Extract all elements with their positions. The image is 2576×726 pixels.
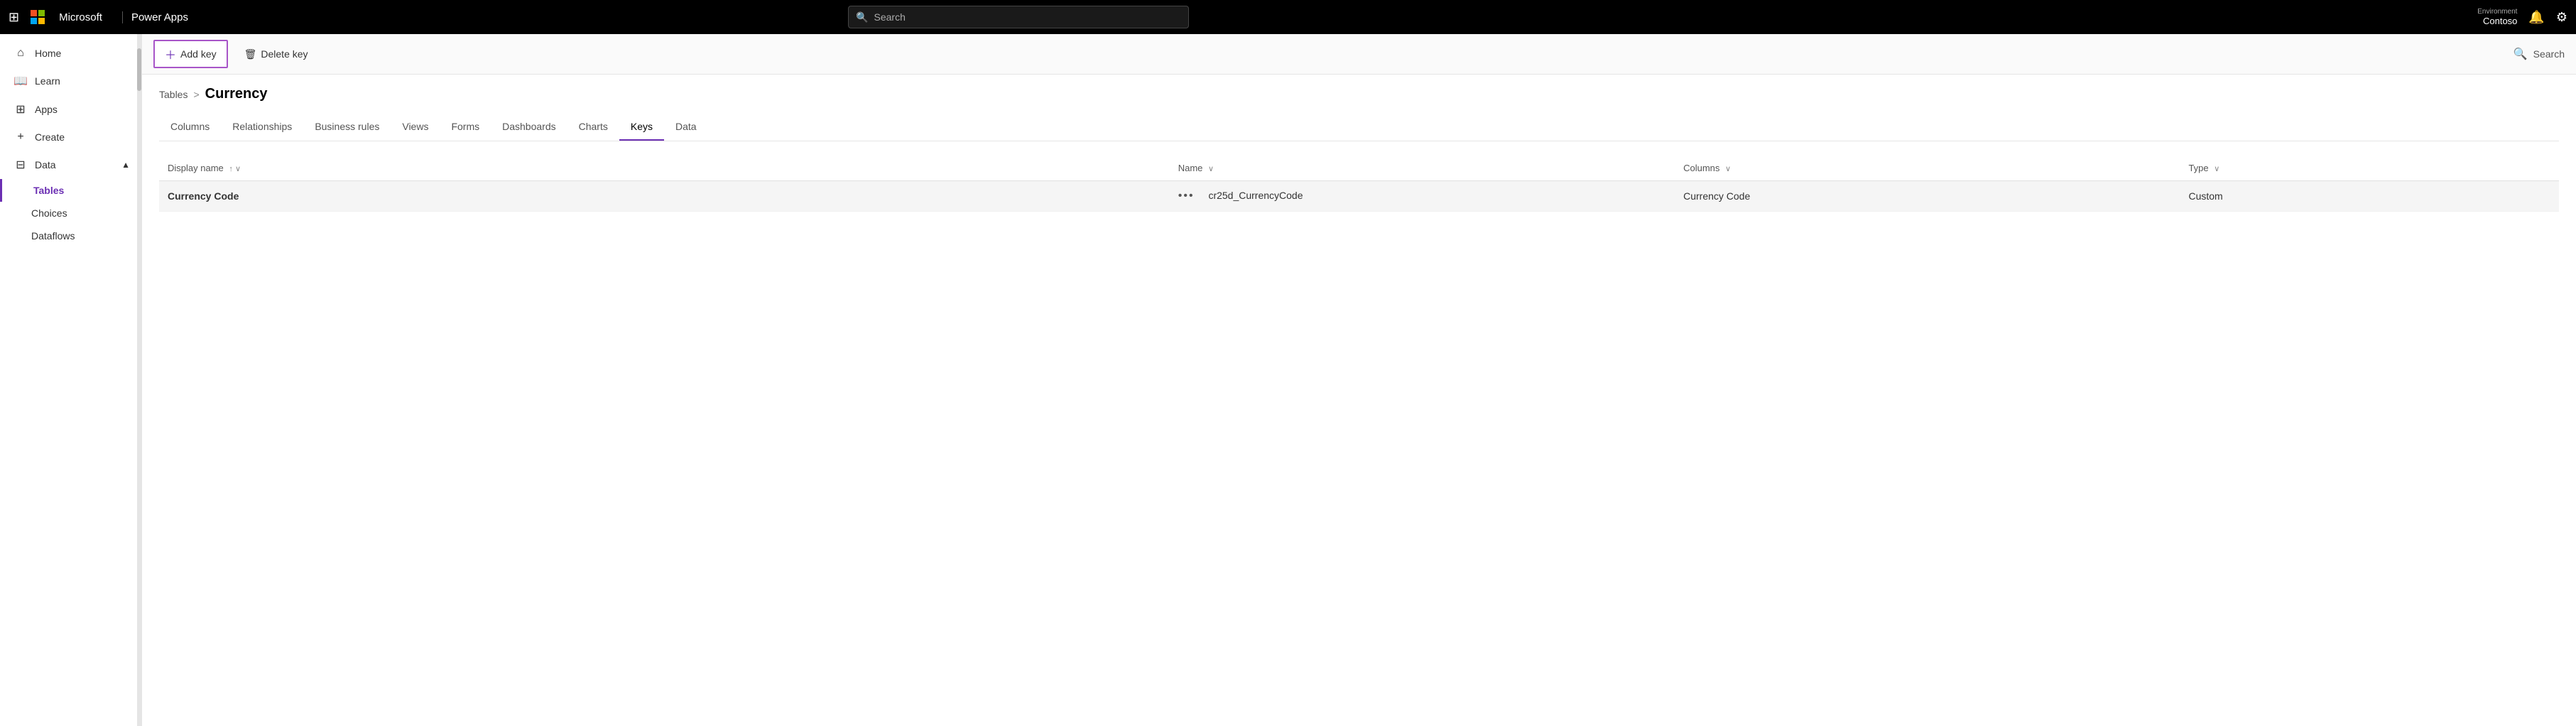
breadcrumb: Tables > Currency	[159, 86, 2559, 102]
tab-keys[interactable]: Keys	[619, 114, 664, 141]
create-icon: +	[13, 131, 28, 143]
tab-dashboards[interactable]: Dashboards	[491, 114, 567, 141]
tab-data[interactable]: Data	[664, 114, 708, 141]
toolbar-search[interactable]: 🔍 Search	[2513, 47, 2565, 61]
toolbar: ＋ Add key 🗑 Delete key 🔍 Search	[142, 34, 2576, 75]
add-key-button[interactable]: ＋ Add key	[153, 40, 228, 68]
sidebar-label-create: Create	[35, 131, 65, 143]
tables-label: Tables	[33, 185, 64, 196]
tab-charts[interactable]: Charts	[567, 114, 619, 141]
app-layout: ⌂ Home 📖 Learn ⊞ Apps + Create ⊟ Data	[0, 34, 2576, 726]
delete-key-button[interactable]: 🗑 Delete key	[234, 43, 319, 65]
sidebar-item-apps[interactable]: ⊞ Apps	[0, 95, 141, 124]
sidebar-label-apps: Apps	[35, 104, 58, 115]
chevron-up-icon: ▲	[121, 160, 130, 170]
toolbar-search-label: Search	[2533, 48, 2565, 60]
col-name-label: Name	[1178, 163, 1203, 173]
env-name: Contoso	[2483, 16, 2517, 26]
toolbar-search-icon: 🔍	[2513, 47, 2528, 61]
col-header-type[interactable]: Type ∨	[2180, 156, 2559, 181]
tabs-bar: Columns Relationships Business rules Vie…	[159, 114, 2559, 141]
trash-icon: 🗑	[244, 48, 257, 60]
breadcrumb-separator: >	[193, 89, 199, 100]
tab-views[interactable]: Views	[391, 114, 440, 141]
col-header-columns[interactable]: Columns ∨	[1675, 156, 2180, 181]
tab-relationships[interactable]: Relationships	[221, 114, 303, 141]
cell-actions: ••• cr25d_CurrencyCode	[1170, 181, 1675, 212]
environment-info[interactable]: Environment Contoso	[2477, 8, 2517, 26]
breadcrumb-tables-link[interactable]: Tables	[159, 89, 188, 100]
data-icon: ⊟	[13, 158, 28, 172]
sort-icon-columns: ∨	[1725, 165, 1731, 173]
cell-columns: Currency Code	[1675, 181, 2180, 212]
page-title: Currency	[205, 86, 268, 102]
tab-forms[interactable]: Forms	[440, 114, 491, 141]
col-type-label: Type	[2188, 163, 2208, 173]
choices-label: Choices	[31, 207, 67, 219]
nav-icons: Environment Contoso 🔔 ⚙	[2477, 8, 2567, 26]
tab-business-rules[interactable]: Business rules	[303, 114, 391, 141]
sidebar-label-learn: Learn	[35, 75, 60, 87]
row-actions-icon[interactable]: •••	[1178, 190, 1195, 202]
col-header-displayname[interactable]: Display name ↑ ∨	[159, 156, 1170, 181]
sidebar-item-choices[interactable]: Choices	[0, 202, 141, 224]
cell-type: Custom	[2180, 181, 2559, 212]
sidebar-label-data: Data	[35, 159, 56, 170]
home-icon: ⌂	[13, 47, 28, 60]
main-content: ＋ Add key 🗑 Delete key 🔍 Search Tables >…	[142, 34, 2576, 726]
sort-icon-displayname: ↑ ∨	[229, 165, 241, 173]
search-input[interactable]	[874, 11, 1182, 23]
table-row[interactable]: Currency Code ••• cr25d_CurrencyCode Cur…	[159, 181, 2559, 212]
sidebar-item-create[interactable]: + Create	[0, 124, 141, 151]
sort-icon-name: ∨	[1208, 165, 1214, 173]
plus-icon: ＋	[165, 45, 176, 63]
cell-name: cr25d_CurrencyCode	[1208, 190, 1303, 201]
delete-key-label: Delete key	[261, 48, 308, 60]
sidebar-label-home: Home	[35, 48, 61, 59]
sidebar-scrollbar[interactable]	[137, 34, 141, 726]
sidebar-item-dataflows[interactable]: Dataflows	[0, 224, 141, 247]
sidebar-item-data[interactable]: ⊟ Data ▲	[0, 151, 141, 179]
content-area: Tables > Currency Columns Relationships …	[142, 75, 2576, 726]
waffle-icon[interactable]: ⊞	[9, 10, 19, 25]
apps-icon: ⊞	[13, 102, 28, 117]
sort-icon-type: ∨	[2214, 165, 2219, 173]
col-displayname-label: Display name	[168, 163, 224, 173]
app-name: Power Apps	[122, 11, 188, 23]
global-search-bar[interactable]: 🔍	[848, 6, 1189, 28]
scroll-thumb	[137, 48, 141, 91]
sidebar-item-tables[interactable]: Tables	[0, 179, 141, 202]
add-key-label: Add key	[180, 48, 217, 60]
sidebar-item-learn[interactable]: 📖 Learn	[0, 67, 141, 95]
sidebar: ⌂ Home 📖 Learn ⊞ Apps + Create ⊟ Data	[0, 34, 142, 726]
sidebar-nav: ⌂ Home 📖 Learn ⊞ Apps + Create ⊟ Data	[0, 40, 141, 247]
learn-icon: 📖	[13, 74, 28, 88]
microsoft-logo	[31, 10, 45, 24]
col-columns-label: Columns	[1683, 163, 1719, 173]
brand-name: Microsoft	[59, 11, 102, 23]
dataflows-label: Dataflows	[31, 230, 75, 242]
keys-table: Display name ↑ ∨ Name ∨ Columns ∨ T	[159, 156, 2559, 212]
search-icon: 🔍	[856, 11, 868, 23]
col-header-name[interactable]: Name ∨	[1170, 156, 1675, 181]
data-submenu: Tables Choices Dataflows	[0, 179, 141, 247]
tab-columns[interactable]: Columns	[159, 114, 221, 141]
cell-displayname: Currency Code	[159, 181, 1170, 212]
sidebar-item-home[interactable]: ⌂ Home	[0, 40, 141, 67]
notification-icon[interactable]: 🔔	[2528, 10, 2544, 25]
top-navbar: ⊞ Microsoft Power Apps 🔍 Environment Con…	[0, 0, 2576, 34]
settings-icon[interactable]: ⚙	[2556, 10, 2567, 25]
env-label: Environment	[2477, 8, 2517, 16]
